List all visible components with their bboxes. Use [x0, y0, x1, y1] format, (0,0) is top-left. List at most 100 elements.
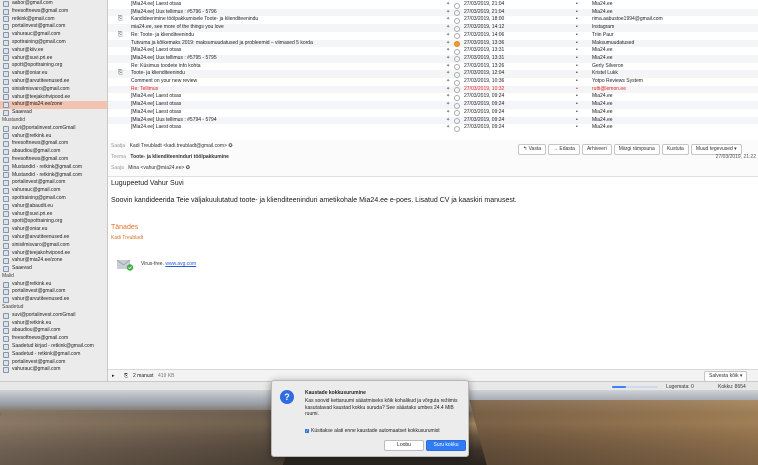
star-icon[interactable]: ✦ [446, 16, 450, 24]
sidebar-folder[interactable]: Saaevad [0, 109, 107, 117]
archive-button[interactable]: Arhiveeri [581, 144, 612, 155]
junk-button[interactable]: Märgi rämpsuna [613, 144, 660, 155]
message-row[interactable]: [Mia24.ee] Laest otsas ✦ 27/03/2019, 09:24… [108, 124, 758, 132]
star-icon[interactable]: ✦ [446, 117, 450, 125]
junk-status-icon[interactable]: • [576, 101, 578, 109]
junk-status-icon[interactable]: • [576, 16, 578, 24]
sidebar-folder[interactable]: sinisilmisvaro@gmail.com [0, 242, 107, 250]
message-row[interactable]: Comment on your new review ✦ 27/03/2019, 1… [108, 78, 758, 86]
sidebar-folder[interactable]: vahur@arvutiteenused.ee [0, 78, 107, 86]
star-icon[interactable]: ✦ [446, 70, 450, 78]
cancel-button[interactable]: Loobu [384, 440, 424, 451]
sidebar-folder[interactable]: vahur@retkink.eu [0, 281, 107, 289]
sidebar-folder[interactable]: vahurauc@gmail.com [0, 366, 107, 374]
star-icon[interactable]: ✦ [446, 101, 450, 109]
message-row[interactable]: ⎘ Re: Toote- ja klienditeenindu ✦ 27/03/201… [108, 32, 758, 40]
sidebar-folder[interactable]: aabor@gmail.com [0, 0, 107, 8]
sidebar-folder[interactable]: vahur@teejakohvipood.ee [0, 250, 107, 258]
read-status-icon[interactable] [454, 56, 460, 63]
sidebar-folder[interactable]: spott@spottraining.org [0, 62, 107, 70]
sidebar-section-header[interactable]: Mustandid [0, 117, 107, 125]
star-icon[interactable]: ✦ [446, 9, 450, 17]
sidebar-folder[interactable]: Mustandid - retkink@gmail.com [0, 172, 107, 180]
sidebar-folder[interactable]: vahur@arvutiteenused.ee [0, 234, 107, 242]
sidebar-folder[interactable]: sinisilmisvaro@gmail.com [0, 86, 107, 94]
sidebar-folder[interactable]: vahur@mia24.ee/zone [0, 257, 107, 265]
read-status-icon[interactable] [454, 17, 460, 24]
message-row[interactable]: mia24.ee, see more of the things you lov… [108, 24, 758, 32]
junk-status-icon[interactable]: • [576, 47, 578, 55]
sidebar-folder[interactable]: Saadetud kirjad - retkink@gmail.com [0, 343, 107, 351]
star-icon[interactable]: ✦ [446, 1, 450, 9]
read-status-icon[interactable] [454, 110, 460, 117]
junk-status-icon[interactable]: • [576, 117, 578, 125]
junk-status-icon[interactable]: • [576, 63, 578, 71]
sidebar-section-header[interactable]: Malid [0, 273, 107, 281]
sidebar-folder[interactable]: vahurauc@gmail.com [0, 187, 107, 195]
read-status-icon[interactable] [454, 118, 460, 125]
message-row[interactable]: Tutvuma ja kõikemaks 2019: maksumuudatus… [108, 39, 758, 48]
expand-attachments-icon[interactable]: ▸ [112, 373, 115, 379]
to-value[interactable]: Mina <vahur@mia24.ee> ✪ [128, 165, 190, 171]
read-status-icon[interactable] [454, 41, 460, 48]
star-icon[interactable]: ✦ [446, 109, 450, 117]
sidebar-folder[interactable]: vahur@arvutiteenused.ee [0, 296, 107, 304]
read-status-icon[interactable] [454, 125, 460, 132]
junk-status-icon[interactable]: • [576, 93, 578, 101]
sidebar-folder[interactable]: vahur@retkink.eu [0, 320, 107, 328]
star-icon[interactable]: ✦ [446, 63, 450, 71]
junk-status-icon[interactable]: • [576, 9, 578, 17]
sidebar-folder[interactable]: portalinvest@gmail.com [0, 359, 107, 367]
sidebar-folder[interactable]: vahur@suvi.pri.ee [0, 211, 107, 219]
star-icon[interactable]: ✦ [446, 78, 450, 86]
always-ask-checkbox[interactable]: ✓ Küsitakse alati enne kaustade automaat… [305, 428, 440, 434]
message-row[interactable]: ⎘ Toote- ja klienditeenindu ✦ 27/03/2019, 1… [108, 70, 758, 78]
read-status-icon[interactable] [454, 2, 460, 9]
read-status-icon[interactable] [454, 64, 460, 71]
sidebar-folder[interactable]: freesoftnews@gmail.com [0, 335, 107, 343]
sidebar-folder[interactable]: vahur@abaudit.eu [0, 203, 107, 211]
message-row[interactable]: [Mia24.ee] Uus tellimus : #5795 - 5795 ✦ 2… [108, 54, 758, 63]
message-row[interactable]: Re: Küsimus toodete info kohta ✦ 27/03/201… [108, 63, 758, 71]
sidebar-folder[interactable]: freesoftnews@gmail.com [0, 140, 107, 148]
forward-button[interactable]: → Edasta [548, 144, 580, 155]
sidebar-folder[interactable]: portalinvest@gmail.com [0, 179, 107, 187]
checkbox-checked-icon[interactable]: ✓ [305, 429, 309, 433]
message-row[interactable]: Re: Tellimus ✦ 27/03/2019, 10:32 • rutti@lem… [108, 85, 758, 94]
sidebar-folder[interactable]: spott@spottraining.org [0, 218, 107, 226]
junk-status-icon[interactable]: • [576, 1, 578, 9]
sidebar-folder[interactable]: vahur@retkink.eu [0, 133, 107, 141]
junk-status-icon[interactable]: • [576, 109, 578, 117]
read-status-icon[interactable] [454, 79, 460, 86]
star-icon[interactable]: ✦ [446, 32, 450, 40]
sidebar-folder[interactable]: Saaevad [0, 265, 107, 273]
from-value[interactable]: Kadi Treubladt <kadi.treubladt@gmail.com… [130, 143, 233, 149]
message-row[interactable]: [Mia24.ee] Laest otsas ✦ 27/03/2019, 09:24… [108, 101, 758, 109]
delete-button[interactable]: Kustuta [661, 144, 689, 155]
junk-status-icon[interactable]: • [576, 124, 578, 132]
sidebar-folder[interactable]: spottraining@gmail.com [0, 39, 107, 47]
message-row[interactable]: [Mia24.ee] Laest otsas ✦ 27/03/2019, 13:31… [108, 47, 758, 55]
sidebar-folder[interactable]: suvi@portalinvest.comGmail [0, 125, 107, 133]
star-icon[interactable]: ✦ [446, 24, 450, 32]
sidebar-folder[interactable]: Saadetud - retkink@gmail.com [0, 351, 107, 359]
read-status-icon[interactable] [454, 102, 460, 109]
message-row[interactable]: [Mia24.ee] Laest otsas ✦ 27/03/2019, 09:24… [108, 93, 758, 101]
read-status-icon[interactable] [454, 71, 460, 78]
star-icon[interactable]: ✦ [446, 40, 450, 48]
sidebar-folder[interactable]: vahur@kiiv.ee [0, 47, 107, 55]
read-status-icon[interactable] [454, 87, 460, 94]
sidebar-folder[interactable]: portalinvest@gmail.com [0, 288, 107, 296]
read-status-icon[interactable] [454, 48, 460, 55]
compact-button[interactable]: Suru kokku [426, 440, 466, 451]
sidebar-folder[interactable]: vahur@suvi.pri.ee [0, 55, 107, 63]
sidebar-folder[interactable]: vahur@oniar.eu [0, 70, 107, 78]
star-icon[interactable]: ✦ [446, 47, 450, 55]
junk-status-icon[interactable]: • [576, 70, 578, 78]
sidebar-folder[interactable]: vahur@mia24.ee/zone [0, 101, 107, 110]
sidebar-folder[interactable]: suvi@portalinvest.comGmail [0, 312, 107, 320]
message-row[interactable]: [Mia24.ee] Uus tellimus : #5794 - 5794 ✦ 2… [108, 116, 758, 125]
sidebar-folder[interactable]: retkink@gmail.com [0, 16, 107, 24]
star-icon[interactable]: ✦ [446, 86, 450, 94]
avg-link[interactable]: www.avg.com [165, 261, 196, 267]
